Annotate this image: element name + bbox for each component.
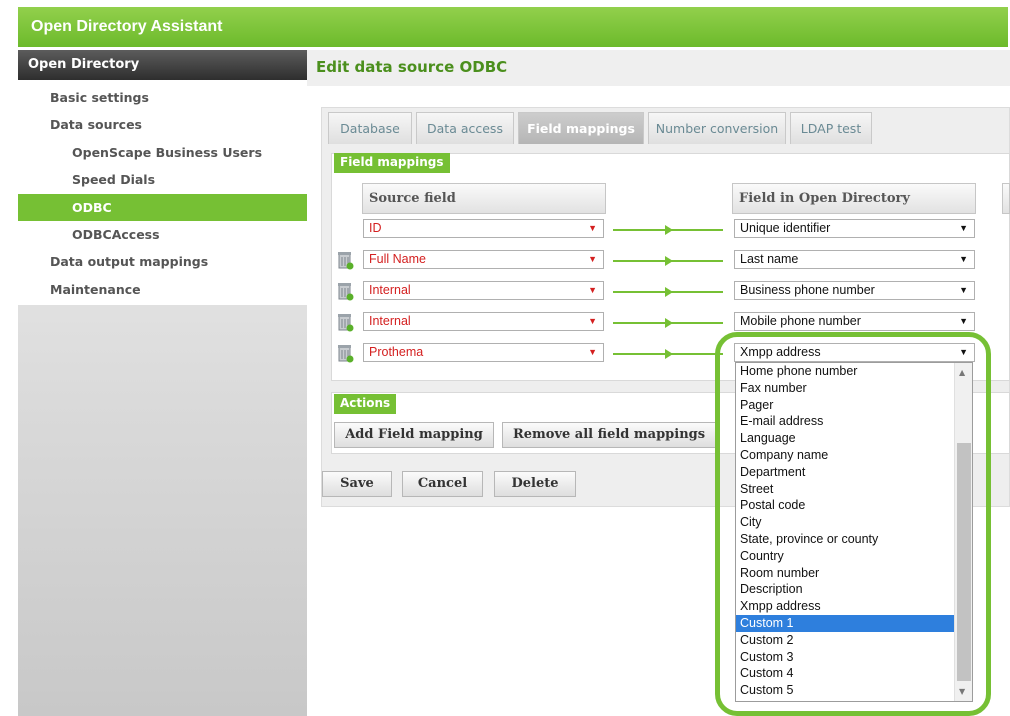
dropdown-option[interactable]: Custom 5 bbox=[736, 682, 955, 699]
scroll-up-icon[interactable]: ▲ bbox=[959, 368, 965, 377]
target-field-dropdown-list[interactable]: Home phone number Fax number Pager E-mai… bbox=[735, 362, 973, 702]
dropdown-scrollbar[interactable]: ▲ ▼ bbox=[954, 363, 972, 701]
dropdown-option-highlighted[interactable]: Custom 1 bbox=[736, 614, 955, 632]
scrollbar-thumb[interactable] bbox=[957, 443, 971, 681]
target-field-value: Last name bbox=[740, 252, 799, 266]
dropdown-option[interactable]: Custom 4 bbox=[736, 665, 955, 682]
delete-button[interactable]: Delete bbox=[494, 471, 576, 497]
dropdown-option[interactable]: Pager bbox=[736, 397, 955, 414]
dropdown-option[interactable]: State, province or county bbox=[736, 531, 955, 548]
sidebar: Open Directory Basic settings Data sourc… bbox=[18, 50, 307, 716]
scroll-down-icon[interactable]: ▼ bbox=[959, 687, 965, 696]
dropdown-option[interactable]: Custom 3 bbox=[736, 649, 955, 666]
dropdown-option[interactable]: Room number bbox=[736, 565, 955, 582]
sidebar-item-basic-settings[interactable]: Basic settings bbox=[18, 84, 307, 111]
target-field-value: Xmpp address bbox=[740, 345, 821, 359]
dropdown-arrow-icon: ▼ bbox=[588, 223, 597, 233]
delete-mapping-icon[interactable] bbox=[336, 312, 354, 332]
target-field-select[interactable]: Unique identifier ▼ bbox=[734, 219, 975, 238]
mapping-arrow-icon bbox=[613, 349, 723, 359]
target-field-value: Business phone number bbox=[740, 283, 875, 297]
sidebar-item-maintenance[interactable]: Maintenance bbox=[18, 276, 307, 303]
extra-column-header bbox=[1002, 183, 1010, 214]
target-field-select-open[interactable]: Xmpp address ▼ bbox=[734, 343, 975, 362]
source-field-value: Internal bbox=[369, 283, 411, 297]
remove-all-field-mappings-button[interactable]: Remove all field mappings bbox=[502, 422, 716, 448]
dropdown-arrow-icon: ▼ bbox=[588, 347, 597, 357]
dropdown-arrow-icon: ▼ bbox=[959, 347, 968, 357]
dropdown-option[interactable]: Description bbox=[736, 581, 955, 598]
dropdown-option[interactable]: Department bbox=[736, 464, 955, 481]
source-field-value: ID bbox=[369, 221, 382, 235]
source-field-select[interactable]: ID ▼ bbox=[363, 219, 604, 238]
dropdown-option[interactable]: Language bbox=[736, 430, 955, 447]
dropdown-arrow-icon: ▼ bbox=[959, 254, 968, 264]
delete-mapping-icon[interactable] bbox=[336, 250, 354, 270]
dropdown-arrow-icon: ▼ bbox=[959, 285, 968, 295]
source-field-header: Source field bbox=[362, 183, 606, 214]
app-title: Open Directory Assistant bbox=[31, 18, 223, 35]
target-field-value: Unique identifier bbox=[740, 221, 831, 235]
mapping-arrow-icon bbox=[613, 225, 723, 235]
delete-mapping-icon[interactable] bbox=[336, 281, 354, 301]
target-field-select[interactable]: Business phone number ▼ bbox=[734, 281, 975, 300]
dropdown-option[interactable]: Xmpp address bbox=[736, 598, 955, 615]
dropdown-option[interactable]: E-mail address bbox=[736, 413, 955, 430]
target-field-header: Field in Open Directory bbox=[732, 183, 976, 214]
dropdown-option[interactable]: Street bbox=[736, 481, 955, 498]
sidebar-item-openscape-business-users[interactable]: OpenScape Business Users bbox=[18, 139, 307, 166]
sidebar-item-speed-dials[interactable]: Speed Dials bbox=[18, 166, 307, 193]
mapping-arrow-icon bbox=[613, 318, 723, 328]
dropdown-option[interactable]: Fax number bbox=[736, 380, 955, 397]
source-field-select[interactable]: Internal ▼ bbox=[363, 312, 604, 331]
source-field-value: Internal bbox=[369, 314, 411, 328]
dropdown-arrow-icon: ▼ bbox=[588, 285, 597, 295]
source-field-select[interactable]: Prothema ▼ bbox=[363, 343, 604, 362]
dropdown-option[interactable]: City bbox=[736, 514, 955, 531]
tab-data-access[interactable]: Data access bbox=[416, 112, 514, 144]
sidebar-item-odbcaccess[interactable]: ODBCAccess bbox=[18, 221, 307, 248]
source-field-value: Prothema bbox=[369, 345, 424, 359]
source-field-value: Full Name bbox=[369, 252, 426, 266]
mapping-arrow-icon bbox=[613, 256, 723, 266]
mapping-arrow-icon bbox=[613, 287, 723, 297]
source-field-select[interactable]: Internal ▼ bbox=[363, 281, 604, 300]
dropdown-option[interactable]: Country bbox=[736, 548, 955, 565]
actions-label: Actions bbox=[334, 394, 397, 414]
sidebar-header[interactable]: Open Directory bbox=[18, 50, 307, 80]
source-field-select[interactable]: Full Name ▼ bbox=[363, 250, 604, 269]
target-field-select[interactable]: Mobile phone number ▼ bbox=[734, 312, 975, 331]
tab-number-conversion[interactable]: Number conversion bbox=[648, 112, 786, 144]
sidebar-item-odbc[interactable]: ODBC bbox=[18, 193, 307, 221]
field-mappings-label: Field mappings bbox=[334, 153, 450, 173]
sidebar-item-data-output-mappings[interactable]: Data output mappings bbox=[18, 248, 307, 275]
dropdown-arrow-icon: ▼ bbox=[959, 316, 968, 326]
delete-mapping-icon[interactable] bbox=[336, 343, 354, 363]
tab-database[interactable]: Database bbox=[328, 112, 412, 144]
dropdown-option[interactable]: Company name bbox=[736, 447, 955, 464]
sidebar-item-data-sources[interactable]: Data sources bbox=[18, 111, 307, 138]
dropdown-arrow-icon: ▼ bbox=[588, 254, 597, 264]
add-field-mapping-button[interactable]: Add Field mapping bbox=[334, 422, 494, 448]
dropdown-option[interactable]: Postal code bbox=[736, 497, 955, 514]
dropdown-arrow-icon: ▼ bbox=[959, 223, 968, 233]
tab-ldap-test[interactable]: LDAP test bbox=[790, 112, 872, 144]
dropdown-option[interactable]: Custom 2 bbox=[736, 632, 955, 649]
page-title: Edit data source ODBC bbox=[307, 50, 1010, 86]
target-field-select[interactable]: Last name ▼ bbox=[734, 250, 975, 269]
target-field-value: Mobile phone number bbox=[740, 314, 861, 328]
cancel-button[interactable]: Cancel bbox=[402, 471, 483, 497]
save-button[interactable]: Save bbox=[322, 471, 392, 497]
dropdown-option[interactable]: Home phone number bbox=[736, 363, 955, 380]
dropdown-arrow-icon: ▼ bbox=[588, 316, 597, 326]
sidebar-nav: Basic settings Data sources OpenScape Bu… bbox=[18, 80, 307, 306]
tab-field-mappings[interactable]: Field mappings bbox=[518, 112, 644, 144]
app-title-bar: Open Directory Assistant bbox=[18, 7, 1008, 47]
